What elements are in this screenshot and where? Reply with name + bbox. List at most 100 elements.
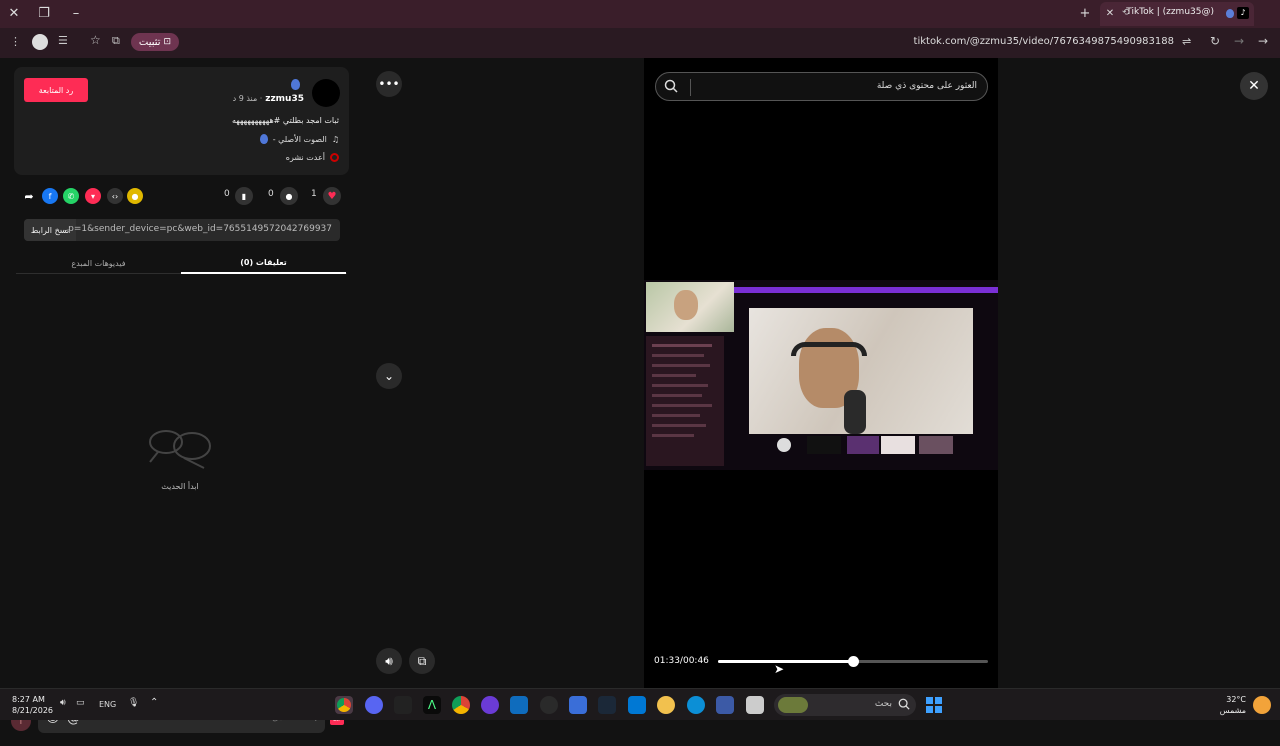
code-icon: ‹› [111,191,119,201]
reload-icon[interactable]: ↻ [1210,34,1220,48]
network-tray-icon[interactable]: ▭ [76,698,85,708]
windows-start-icon[interactable] [926,697,942,713]
author-avatar[interactable] [312,79,340,107]
edge-taskbar-icon[interactable] [687,696,705,714]
empty-comments-state: ابدأ الحديث [130,428,230,491]
search-highlight-icon [778,697,808,713]
app-a-taskbar-icon[interactable]: Λ [423,696,441,714]
author-card: رد المتابعة zzmu35 · منذ 9 د ثبات امجد ب… [14,67,349,175]
discord-taskbar-icon[interactable] [365,696,383,714]
url-text[interactable]: tiktok.com/@zzmu35/video/767634987549098… [914,36,1174,47]
store-taskbar-icon[interactable] [569,696,587,714]
main-webcam [749,308,973,434]
weather-condition: مشمس [1219,706,1246,715]
mail-taskbar-icon[interactable] [510,696,528,714]
chrome-taskbar-icon[interactable] [335,696,353,714]
taskbar-search[interactable]: بحث [774,694,916,716]
save-count: 0 [224,189,230,199]
pip-icon: ⧉ [417,653,427,668]
mouse-cursor-icon: ➤ [774,662,785,676]
video-caption: ثبات امجد بطلتي #ههههههههههه [231,116,339,125]
file-explorer-taskbar-icon[interactable] [746,696,764,714]
send-to-friends-button[interactable]: ▾ [85,188,101,204]
stream-banner [734,287,998,293]
tab-creator-videos[interactable]: فيديوهات المبدع [16,252,181,274]
chevron-up-icon[interactable]: ⌃ [150,697,158,708]
video-time: 01:33/00:46 [654,656,709,666]
volume-button[interactable]: 🔊︎ [376,648,402,674]
language-indicator[interactable]: ENG [99,700,116,709]
whatsapp-icon: ✆ [67,191,75,201]
weather-widget[interactable]: 32°C مشمس [1220,694,1246,716]
close-window-icon[interactable]: ✕ [4,4,24,24]
restore-window-icon[interactable]: ❐ [34,4,54,24]
search-icon [898,698,910,710]
tab-title: TikTok | (zzmu35@) [1126,7,1214,17]
menu-dots-icon[interactable]: ⋮ [10,35,21,48]
new-tab-icon[interactable]: + [1075,4,1095,24]
forward-icon[interactable]: → [1234,34,1244,48]
save-button[interactable]: ▮ [235,187,253,205]
paper-plane-icon: ▾ [90,191,95,201]
browser-tab[interactable]: ✕ ⟲ TikTok | (zzmu35@) ♪ [1100,2,1254,26]
chat-bubbles-icon [149,430,211,469]
browser-title-bar: ✕ ❐ – + ✕ ⟲ TikTok | (zzmu35@) ♪ [0,0,1280,28]
sound-row[interactable]: ♫ الصوت الأصلي - [79,134,339,144]
share-link-text[interactable]: ...p=1&sender_device=pc&web_id=765514957… [60,224,332,234]
speaker-icon: 🔊︎ [385,653,393,668]
follow-back-button[interactable]: رد المتابعة [24,78,88,102]
progress-fill [718,660,853,663]
reading-list-icon[interactable]: ☰ [58,34,68,47]
microphone-tray-icon[interactable]: 🎙︎ [128,698,139,708]
volume-tray-icon[interactable]: 🔊︎ [60,698,66,708]
close-video-button[interactable]: ✕ [1240,72,1268,100]
site-settings-icon[interactable]: ⇌ [1182,35,1191,48]
author-username[interactable]: zzmu35 [265,94,304,104]
related-content-search[interactable]: العثور على محتوى ذي صلة [655,72,988,101]
coin-share-button[interactable]: ● [127,188,143,204]
like-button[interactable]: ♥ [323,187,341,205]
comment-bubble-icon: ● [285,191,293,201]
music-note-icon: ♫ [331,134,339,144]
embed-button[interactable]: ‹› [107,188,123,204]
more-options-button[interactable]: ••• [376,71,402,97]
clock[interactable]: 8:27 AM 8/21/2026 [12,694,53,716]
bookmark-star-icon[interactable]: ☆ [90,33,101,47]
comment-tabs: (0) تعليقات فيديوهات المبدع [16,252,347,274]
app-doc-taskbar-icon[interactable] [716,696,734,714]
tab-comments[interactable]: (0) تعليقات [181,252,346,274]
install-icon: ⊡ [163,37,172,47]
steam-taskbar-icon[interactable] [598,696,616,714]
facebook-icon: f [48,191,52,201]
terminal-taskbar-icon[interactable] [394,696,412,714]
chevron-down-icon: ⌄ [383,369,395,383]
next-video-button[interactable]: ⌄ [376,363,402,389]
chrome-alt-taskbar-icon[interactable] [452,696,470,714]
app-blue-taskbar-icon[interactable] [628,696,646,714]
back-icon[interactable]: → [1258,34,1268,48]
install-app-button[interactable]: تثبيت ⊡ [131,33,179,51]
temperature: 32°C [1226,695,1246,704]
video-player[interactable] [644,58,998,688]
app-settings-taskbar-icon[interactable] [540,696,558,714]
clip-strip [777,436,955,454]
app-purple-taskbar-icon[interactable] [481,696,499,714]
progress-knob[interactable] [848,656,859,667]
comment-button[interactable]: ● [280,187,298,205]
minimize-window-icon[interactable]: – [66,4,86,24]
face-shape [674,290,698,320]
profile-avatar-icon[interactable] [32,34,48,50]
extensions-icon[interactable]: ⧉ [112,34,120,48]
video-progress-bar[interactable] [718,656,988,667]
taskbar-search-label: بحث [874,699,892,709]
close-tab-icon[interactable]: ✕ [1100,4,1120,24]
facebook-share-button[interactable]: f [42,188,58,204]
microphone-shape [844,390,866,434]
whatsapp-share-button[interactable]: ✆ [63,188,79,204]
video-area: ••• ⌄ 🔊︎ ⧉ العثور على محتوى ذي صلة ✕ 01:… [364,58,1280,688]
share-more-button[interactable]: ➦ [21,188,37,204]
picture-in-picture-button[interactable]: ⧉ [409,648,435,674]
webcam-thumbnail [646,282,734,332]
app-yellow-taskbar-icon[interactable] [657,696,675,714]
reposted-label: أعدت نشره [285,153,325,162]
